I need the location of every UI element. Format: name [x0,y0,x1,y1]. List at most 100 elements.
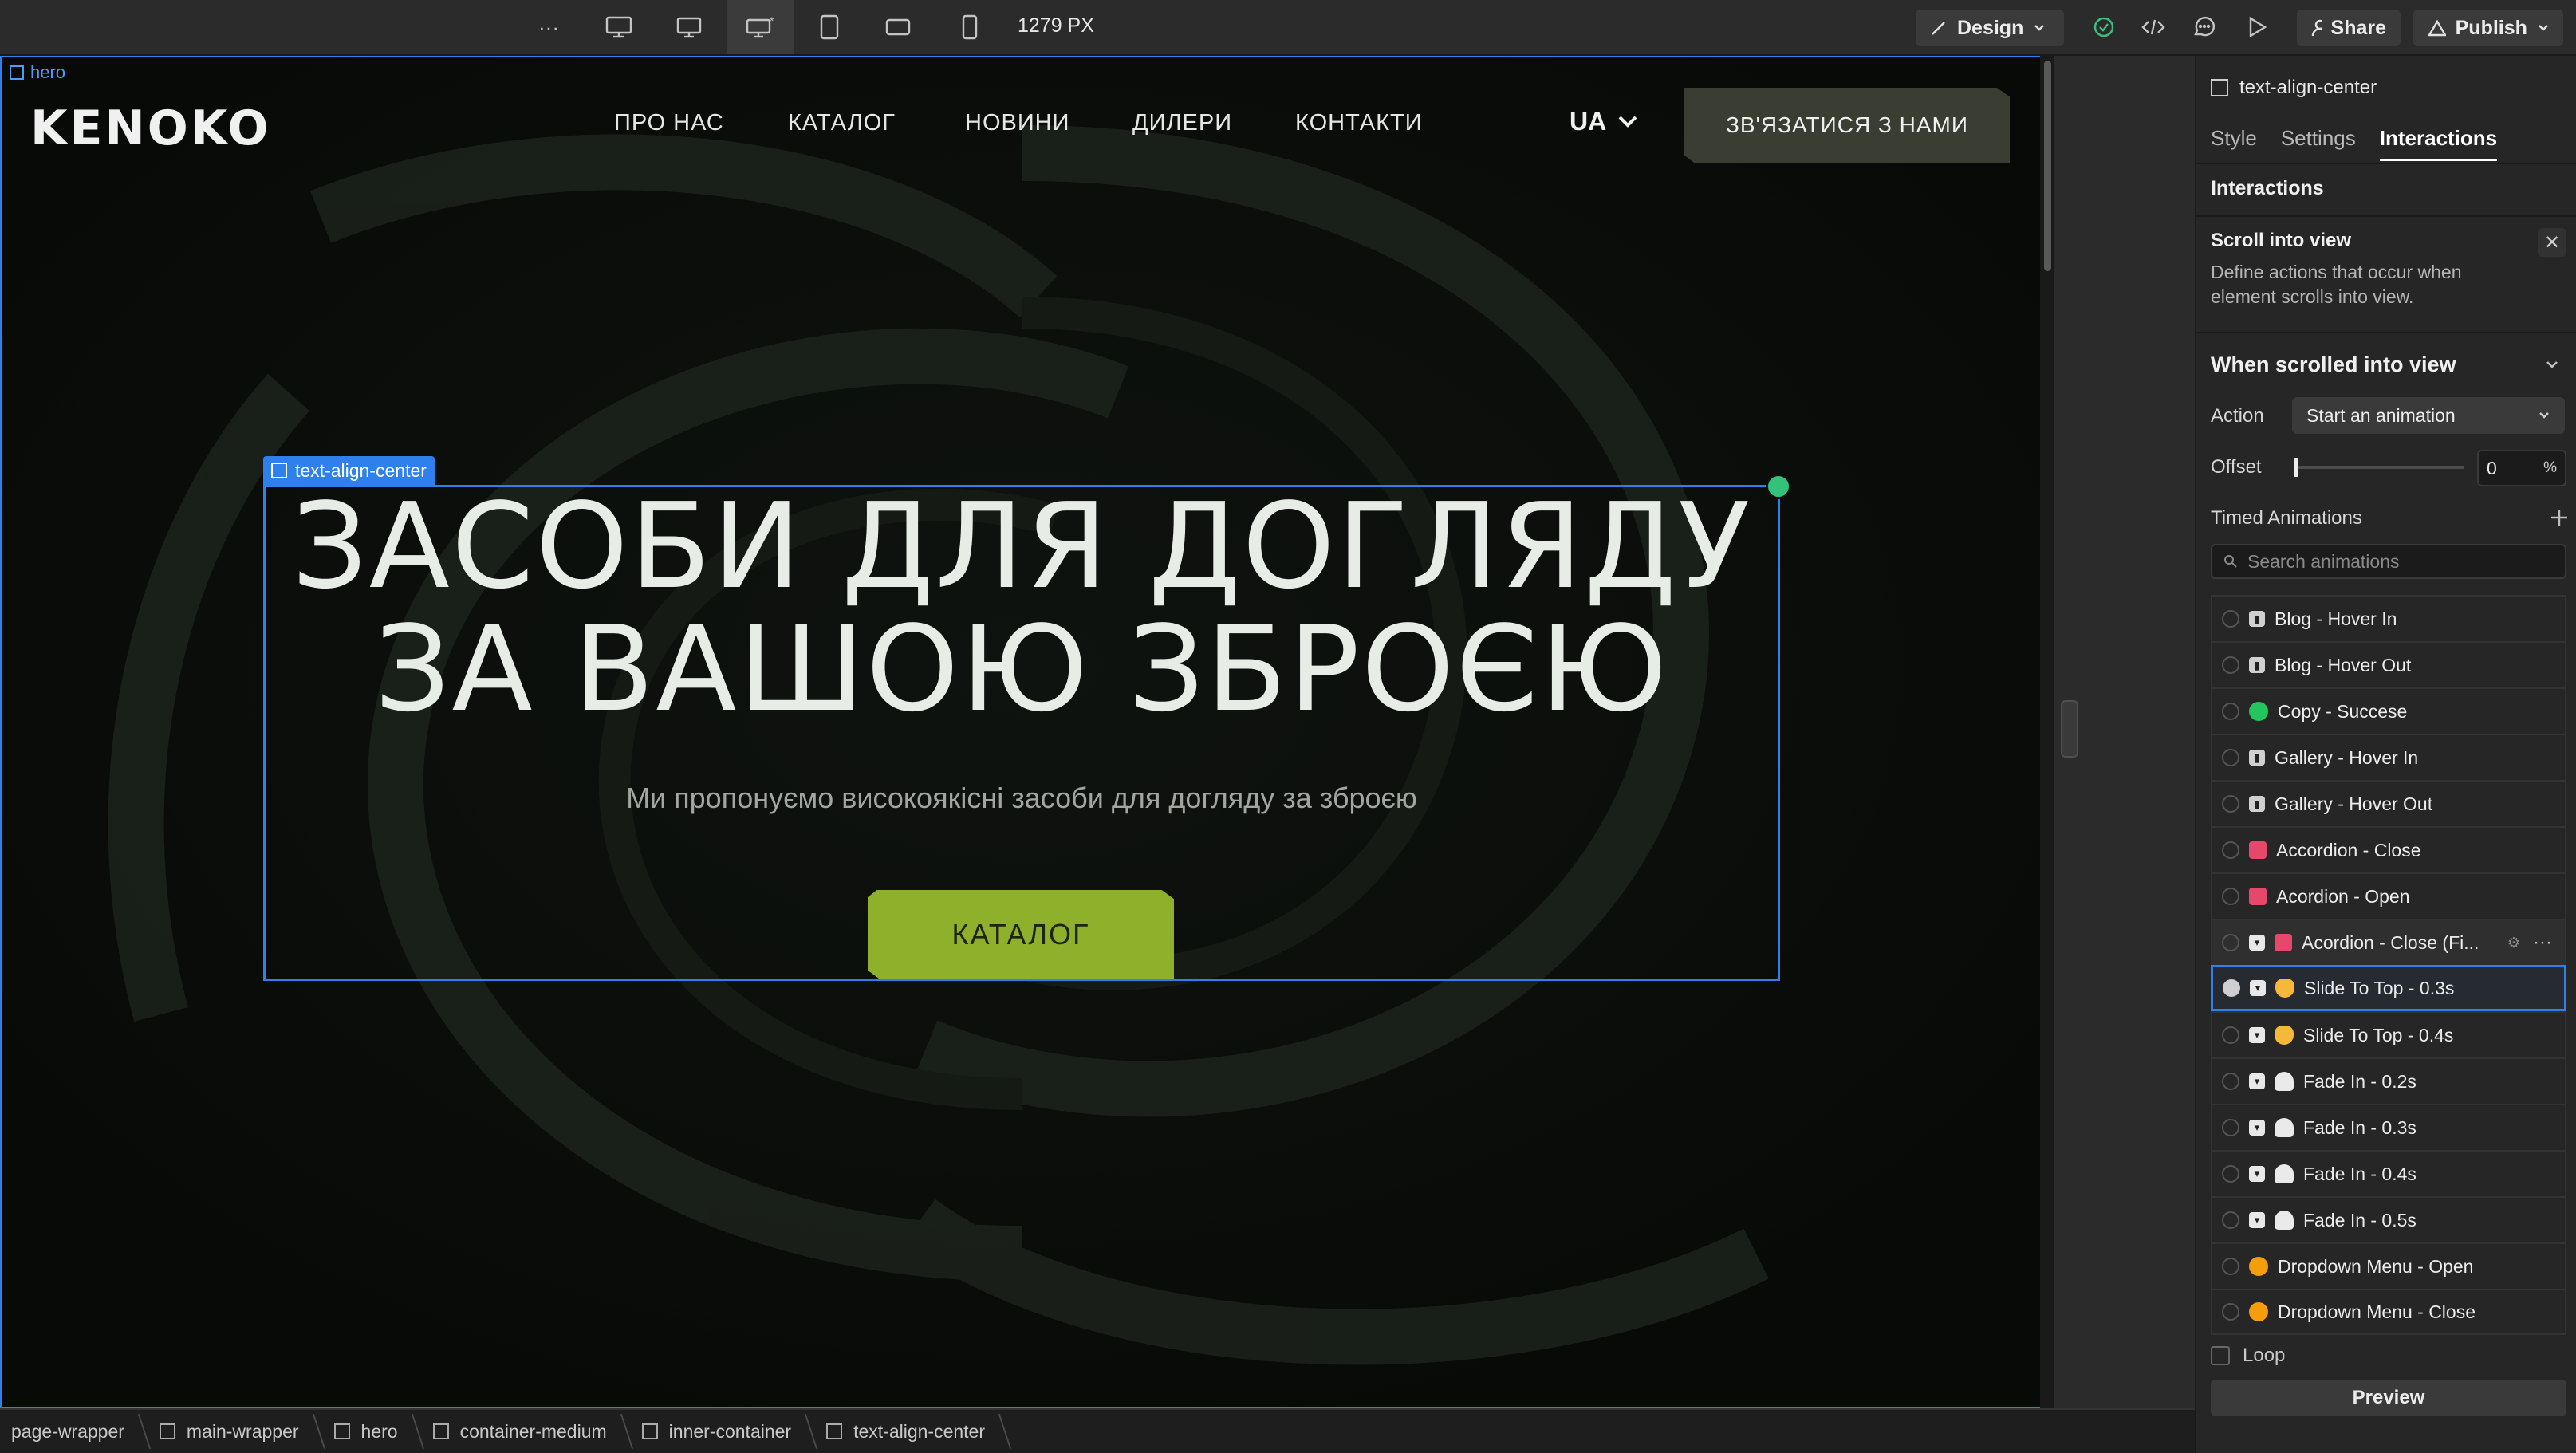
animation-item[interactable]: ▮ Blog - Hover Out [2211,641,2566,687]
radio-button[interactable] [2222,1211,2239,1229]
close-icon[interactable]: ✕ [2538,228,2566,257]
publish-button[interactable]: Publish [2413,10,2563,46]
lock-icon: ▮ [2249,750,2265,766]
animation-item[interactable]: ▮ Blog - Hover In [2211,595,2566,641]
panel-tabs: Style Settings Interactions [2211,126,2498,161]
animation-name: Dropdown Menu - Open [2278,1255,2474,1277]
radio-button[interactable] [2223,979,2240,997]
loop-checkbox[interactable]: Loop [2211,1345,2285,1367]
check-circle-icon[interactable] [2085,0,2123,54]
share-button[interactable]: Share [2297,10,2401,46]
nav-link-dealers[interactable]: ДИЛЕРИ [1132,110,1232,136]
radio-button[interactable] [2222,1073,2239,1090]
offset-slider-track[interactable] [2295,466,2464,469]
animation-item[interactable]: Copy - Succese [2211,687,2566,734]
radio-button[interactable] [2222,749,2239,766]
base-desktop-icon[interactable]: * [727,0,794,54]
animation-item[interactable]: ▾ Fade In - 0.2s [2211,1057,2566,1104]
gift-icon [2249,841,2267,859]
catalog-button[interactable]: КАТАЛОГ [868,890,1174,979]
breadcrumb-item[interactable]: text-align-center [815,1409,1009,1453]
radio-button[interactable] [2222,934,2239,951]
trigger-title[interactable]: Scroll into view [2211,230,2351,252]
animation-name: Fade In - 0.3s [2303,1116,2416,1138]
radio-button[interactable] [2222,656,2239,674]
animation-item[interactable]: Accordion - Close [2211,826,2566,872]
nav-link-catalog[interactable]: КАТАЛОГ [788,110,896,136]
animation-item[interactable]: ▾ Acordion - Close (Fi... ⚙ ··· [2211,919,2566,965]
radio-button[interactable] [2222,841,2239,859]
component-icon: ▾ [2249,935,2265,951]
comment-icon[interactable] [2185,0,2223,54]
desktop-icon[interactable] [667,0,711,54]
nav-link-news[interactable]: НОВИНИ [965,110,1069,136]
code-icon[interactable] [2134,0,2172,54]
animation-item[interactable]: ▮ Gallery - Hover In [2211,734,2566,780]
breadcrumb-item[interactable]: inner-container [631,1409,815,1453]
more-horizontal-icon[interactable]: ··· [526,0,571,54]
animation-item[interactable]: ▮ Gallery - Hover Out [2211,780,2566,826]
when-scrolled-title[interactable]: When scrolled into view [2211,352,2456,377]
tablet-icon[interactable] [807,0,852,54]
animation-item[interactable]: ▾ Fade In - 0.3s [2211,1104,2566,1150]
breadcrumb-item[interactable]: main-wrapper [148,1409,323,1453]
more-horizontal-icon[interactable]: ··· [2533,931,2552,954]
contact-us-button[interactable]: ЗВ'ЯЗАТИСЯ З НАМИ [1684,88,2010,163]
green-circle-icon [2249,702,2268,721]
element-box-icon [2211,79,2228,96]
site-logo[interactable]: KENOKO [30,100,271,156]
canvas-scroll-thumb[interactable] [2044,61,2051,271]
radio-button[interactable] [2222,703,2239,720]
radio-button[interactable] [2222,1165,2239,1183]
offset-input[interactable]: 0 % [2477,450,2566,486]
mobile-portrait-icon[interactable] [947,0,992,54]
radio-button[interactable] [2222,1258,2239,1275]
tab-style[interactable]: Style [2211,126,2257,161]
radio-button[interactable] [2222,795,2239,813]
breadcrumb-label: page-wrapper [11,1420,124,1442]
animation-item[interactable]: Dropdown Menu - Close [2211,1289,2566,1335]
desktop-large-icon[interactable] [597,0,641,54]
preview-button[interactable]: Preview [2211,1380,2566,1416]
radio-button[interactable] [2222,1119,2239,1136]
animation-item[interactable]: ▾ Slide To Top - 0.4s [2211,1011,2566,1057]
canvas-width-readout[interactable]: 1279 PX [1018,14,1094,37]
face-icon [2249,1302,2268,1321]
radio-button[interactable] [2222,610,2239,628]
hero-subheading[interactable]: Ми пропонуємо високоякісні засоби для до… [263,782,1780,815]
animation-item[interactable]: Acordion - Open [2211,872,2566,919]
mode-dropdown[interactable]: Design [1916,10,2064,46]
breadcrumb-item[interactable]: container-medium [422,1409,631,1453]
resize-handle[interactable] [2061,700,2078,758]
animation-search-input[interactable]: Search animations [2211,544,2566,579]
nav-link-contacts[interactable]: КОНТАКТИ [1295,110,1423,136]
hero-headline[interactable]: ЗАСОБИ ДЛЯ ДОГЛЯДУ ЗА ВАШОЮ ЗБРОЄЮ [263,485,1780,730]
animation-item[interactable]: ▾ Fade In - 0.4s [2211,1150,2566,1196]
animation-item[interactable]: Dropdown Menu - Open [2211,1242,2566,1289]
hero-element-tag[interactable]: hero [10,62,65,83]
nav-link-about[interactable]: ПРО НАС [614,110,724,136]
chevron-down-icon[interactable] [2544,359,2560,370]
breadcrumb-item[interactable]: hero [323,1409,422,1453]
properties-panel: text-align-center Style Settings Interac… [2195,56,2576,1453]
animation-item[interactable]: ▾ Fade In - 0.5s [2211,1196,2566,1242]
animation-item[interactable]: ▾ Slide To Top - 0.3s [2211,965,2566,1011]
design-canvas[interactable]: hero KENOKO ПРО НАС КАТАЛОГ НОВИНИ ДИЛЕР… [0,56,2045,1408]
face-icon [2249,1257,2268,1276]
language-switcher[interactable]: UA [1570,107,1638,136]
tab-settings[interactable]: Settings [2281,126,2356,161]
animation-name: Acordion - Open [2276,885,2410,907]
tab-interactions[interactable]: Interactions [2379,126,2498,161]
offset-slider-thumb[interactable] [2294,458,2298,477]
breadcrumb-item[interactable]: page-wrapper [0,1409,148,1453]
radio-button[interactable] [2222,1026,2239,1044]
search-placeholder: Search animations [2247,550,2400,572]
play-icon[interactable] [2238,0,2276,54]
plus-icon[interactable] [2549,507,2570,528]
action-select[interactable]: Start an animation [2292,397,2565,434]
radio-button[interactable] [2222,1303,2239,1321]
radio-button[interactable] [2222,888,2239,905]
mobile-landscape-icon[interactable] [876,0,920,54]
gear-icon[interactable]: ⚙ [2507,935,2520,951]
component-icon: ▾ [2249,1073,2265,1089]
